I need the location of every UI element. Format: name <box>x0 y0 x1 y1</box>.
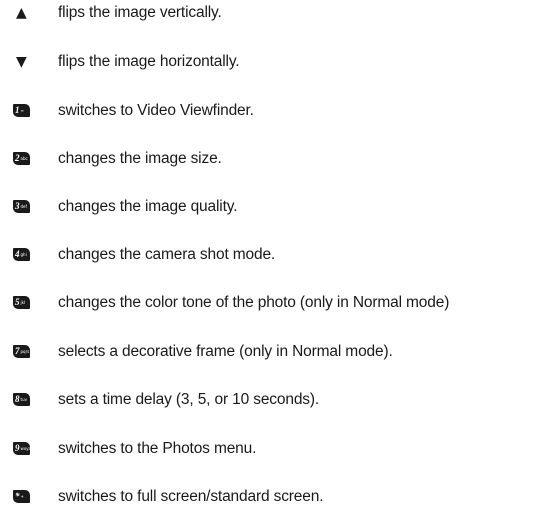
list-item: ▼ flips the image horizontally. <box>0 49 534 79</box>
list-item: ▲ flips the image vertically. <box>0 0 534 30</box>
item-description: flips the image horizontally. <box>58 53 240 70</box>
key-7-icon: 7pqrs <box>13 345 30 358</box>
item-description: changes the image size. <box>58 150 222 167</box>
key-4-icon: 4ghi <box>13 248 30 261</box>
key-5-icon: 5jkl <box>13 296 30 309</box>
list-item: 3def changes the image quality. <box>0 194 534 224</box>
item-description: flips the image vertically. <box>58 4 222 21</box>
list-item: 9wxyz switches to the Photos menu. <box>0 436 534 466</box>
list-item: 5jkl changes the color tone of the photo… <box>0 290 534 320</box>
item-description: switches to the Photos menu. <box>58 440 257 457</box>
item-description: changes the color tone of the photo (onl… <box>58 294 450 311</box>
list-item: 8tuv sets a time delay (3, 5, or 10 seco… <box>0 387 534 417</box>
key-8-icon: 8tuv <box>13 393 30 406</box>
key-1-icon: 1∞ <box>13 104 30 117</box>
list-item: 4ghi changes the camera shot mode. <box>0 242 534 272</box>
up-triangle-icon: ▲ <box>16 5 27 21</box>
list-item: 1∞ switches to Video Viewfinder. <box>0 98 534 128</box>
list-item: *+ switches to full screen/standard scre… <box>0 484 534 514</box>
item-description: sets a time delay (3, 5, or 10 seconds). <box>58 391 320 408</box>
item-description: changes the image quality. <box>58 198 238 215</box>
key-2-icon: 2abc <box>13 152 30 165</box>
item-description: switches to Video Viewfinder. <box>58 102 254 119</box>
list-item: 2abc changes the image size. <box>0 146 534 176</box>
key-star-icon: *+ <box>13 490 30 503</box>
down-triangle-icon: ▼ <box>16 54 27 70</box>
key-3-icon: 3def <box>13 200 30 213</box>
list-item: 7pqrs selects a decorative frame (only i… <box>0 339 534 369</box>
item-description: selects a decorative frame (only in Norm… <box>58 343 393 360</box>
item-description: switches to full screen/standard screen. <box>58 488 324 505</box>
item-description: changes the camera shot mode. <box>58 246 276 263</box>
key-9-icon: 9wxyz <box>13 442 30 455</box>
